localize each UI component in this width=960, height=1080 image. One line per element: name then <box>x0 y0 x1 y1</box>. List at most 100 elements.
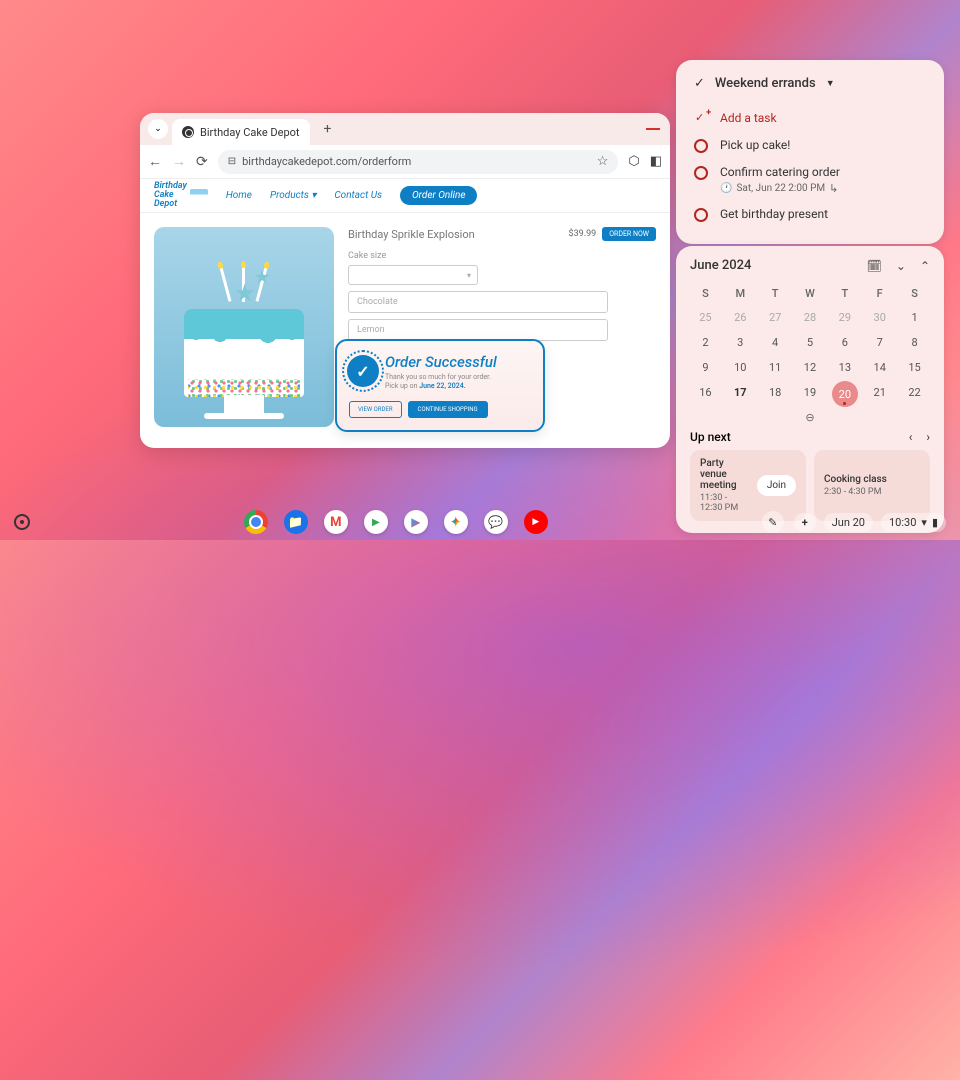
minimize-button[interactable] <box>646 128 660 130</box>
calendar-day[interactable]: 15 <box>899 356 930 379</box>
jump-to-date-icon[interactable]: 🗓 <box>867 259 882 273</box>
status-tray[interactable]: 10:30 ▾ ▮ <box>881 513 946 532</box>
calendar-day[interactable]: 25 <box>690 306 721 329</box>
calendar-day[interactable]: 7 <box>864 331 895 354</box>
calendar-day[interactable]: 2 <box>690 331 721 354</box>
calendar-day[interactable]: 22 <box>899 381 930 407</box>
side-panel-icon[interactable]: ◧ <box>650 154 662 169</box>
calendar-day[interactable]: 28 <box>795 306 826 329</box>
label-cake-size: Cake size <box>348 251 656 261</box>
task-item[interactable]: Get birthday present <box>694 201 926 228</box>
calendar-day[interactable]: 19 <box>795 381 826 407</box>
nav-home[interactable]: Home <box>226 190 252 201</box>
calendar-day[interactable]: 10 <box>725 356 756 379</box>
calendar-dow: S <box>690 283 721 304</box>
calendar-day[interactable]: 8 <box>899 331 930 354</box>
join-button[interactable]: Join <box>757 475 796 496</box>
site-settings-icon[interactable]: ⊟ <box>228 156 236 167</box>
view-order-button[interactable]: VIEW ORDER <box>349 401 402 418</box>
calendar-day[interactable]: 5 <box>795 331 826 354</box>
messages-icon[interactable] <box>484 510 508 534</box>
forward-button[interactable]: → <box>172 153 186 170</box>
task-item[interactable]: Confirm catering order 🕐 Sat, Jun 22 2:0… <box>694 159 926 201</box>
reload-button[interactable]: ⟳ <box>196 154 208 170</box>
photos-icon[interactable] <box>444 510 468 534</box>
order-success-modal: ✓ Order Successful Thank you so much for… <box>335 339 545 432</box>
calendar-day[interactable]: 20 <box>832 381 858 407</box>
extensions-icon[interactable]: ⬡ <box>628 154 639 169</box>
logo-cake-icon <box>190 189 208 203</box>
cake-size-select[interactable]: ▾ <box>348 265 478 285</box>
calendar-day[interactable]: 29 <box>829 306 860 329</box>
calendar-day[interactable]: 6 <box>829 331 860 354</box>
calendar-day[interactable]: 3 <box>725 331 756 354</box>
stylus-icon[interactable]: ✎ <box>762 511 784 533</box>
nav-contact[interactable]: Contact Us <box>334 190 382 201</box>
favicon-icon <box>182 126 194 138</box>
meet-icon[interactable] <box>364 510 388 534</box>
order-now-button[interactable]: ORDER NOW <box>602 227 656 241</box>
collapse-icon[interactable]: ⌄ <box>896 259 906 273</box>
calendar-day[interactable]: 12 <box>795 356 826 379</box>
calendar-day[interactable]: 4 <box>760 331 791 354</box>
calendar-day[interactable]: 14 <box>864 356 895 379</box>
calendar-drag-handle[interactable]: ⊖ <box>690 411 930 424</box>
calendar-day[interactable]: 13 <box>829 356 860 379</box>
browser-tab[interactable]: Birthday Cake Depot <box>172 119 310 145</box>
flavor-select-1[interactable]: Chocolate <box>348 291 608 313</box>
nav-products[interactable]: Products ▾ <box>270 190 316 201</box>
add-task-button[interactable]: Add a task <box>694 105 926 132</box>
order-online-button[interactable]: Order Online <box>400 186 477 205</box>
calendar-day[interactable]: 30 <box>864 306 895 329</box>
tasks-list-selector[interactable]: ✓ Weekend errands ▼ <box>694 76 926 91</box>
upnext-label: Up next <box>690 430 731 444</box>
product-image: ★ ★ <box>154 227 334 427</box>
expand-icon[interactable]: ⌃ <box>920 259 930 273</box>
calendar-day[interactable]: 16 <box>690 381 721 407</box>
back-button[interactable]: ← <box>148 153 162 170</box>
calendar-dow: F <box>864 283 895 304</box>
repeat-icon: ↳ <box>829 182 838 195</box>
next-event-button[interactable]: › <box>926 430 930 444</box>
calendar-day[interactable]: 27 <box>760 306 791 329</box>
task-checkbox[interactable] <box>694 139 708 153</box>
chrome-icon[interactable] <box>244 510 268 534</box>
launcher-button[interactable] <box>14 514 30 530</box>
youtube-icon[interactable] <box>524 510 548 534</box>
shelf-date[interactable]: Jun 20 <box>824 513 873 532</box>
task-item[interactable]: Pick up cake! <box>694 132 926 159</box>
flavor-select-2[interactable]: Lemon <box>348 319 608 341</box>
url-text: birthdaycakedepot.com/orderform <box>242 155 411 168</box>
calendar-dow: W <box>795 283 826 304</box>
tab-search-button[interactable]: ⌄ <box>148 119 168 139</box>
calendar-grid: SMTWTFS252627282930123456789101112131415… <box>690 283 930 407</box>
address-bar[interactable]: ⊟ birthdaycakedepot.com/orderform ☆ <box>218 150 619 174</box>
success-check-icon: ✓ <box>347 355 379 387</box>
clock-icon: 🕐 <box>720 183 732 194</box>
calendar-day[interactable]: 9 <box>690 356 721 379</box>
gmail-icon[interactable] <box>324 510 348 534</box>
prev-event-button[interactable]: ‹ <box>909 430 913 444</box>
calendar-day[interactable]: 26 <box>725 306 756 329</box>
bookmark-icon[interactable]: ☆ <box>597 154 609 169</box>
calendar-day[interactable]: 17 <box>725 381 756 407</box>
site-logo[interactable]: Birthday Cake Depot <box>154 182 208 209</box>
calendar-day[interactable]: 1 <box>899 306 930 329</box>
calendar-day[interactable]: 11 <box>760 356 791 379</box>
calendar-day[interactable]: 18 <box>760 381 791 407</box>
play-store-icon[interactable] <box>404 510 428 534</box>
star-icon: ★ <box>254 267 270 288</box>
calendar-widget: June 2024 🗓 ⌄ ⌃ SMTWTFS25262728293012345… <box>676 246 944 533</box>
calendar-dow: M <box>725 283 756 304</box>
site-nav: Birthday Cake Depot Home Products ▾ Cont… <box>140 179 670 213</box>
browser-toolbar: ← → ⟳ ⊟ birthdaycakedepot.com/orderform … <box>140 145 670 179</box>
continue-shopping-button[interactable]: CONTINUE SHOPPING <box>408 401 488 418</box>
calendar-dow: T <box>829 283 860 304</box>
new-tab-button[interactable]: + <box>318 121 338 137</box>
add-shortcut-button[interactable]: + <box>794 513 816 532</box>
tasks-widget: ✓ Weekend errands ▼ Add a task Pick up c… <box>676 60 944 244</box>
files-icon[interactable] <box>284 510 308 534</box>
task-checkbox[interactable] <box>694 166 708 180</box>
task-checkbox[interactable] <box>694 208 708 222</box>
calendar-day[interactable]: 21 <box>864 381 895 407</box>
